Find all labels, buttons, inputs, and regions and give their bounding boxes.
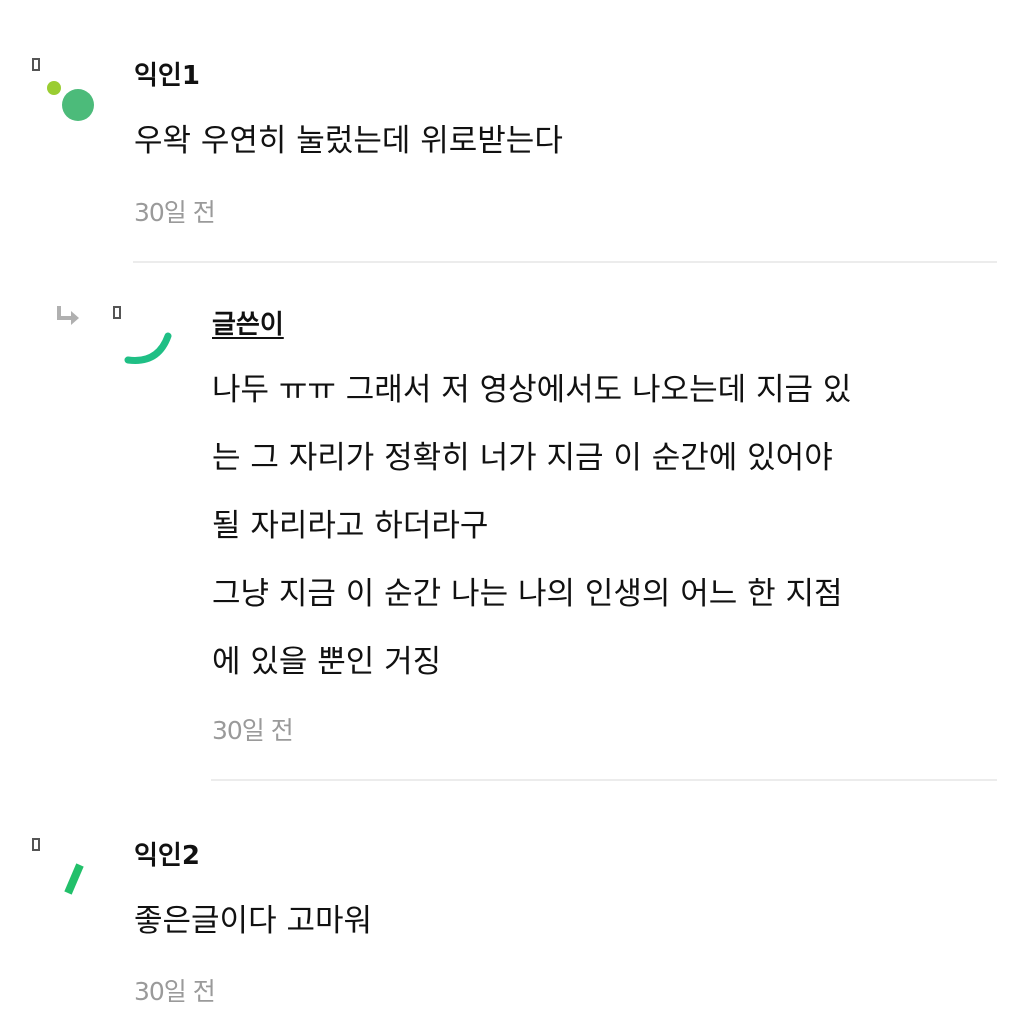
comment-line: 좋은글이다 고마워 xyxy=(134,903,373,939)
comment-time: 30일 전 xyxy=(134,977,216,1006)
comment-body: 좋은글이다 고마워 xyxy=(134,887,372,955)
comment-nickname[interactable]: 익인2 xyxy=(134,841,200,871)
comment-body: 나두 ㅠㅠ 그래서 저 영상에서도 나오는데 지금 있 는 그 자리가 정확히 … xyxy=(212,356,851,696)
comment-body: 우왁 우연히 눌렀는데 위로받는다 xyxy=(134,107,563,175)
dots-avatar-icon[interactable] xyxy=(40,72,100,128)
status-marker-icon xyxy=(113,306,121,319)
slash-avatar-icon[interactable] xyxy=(56,857,92,901)
comment-nickname[interactable]: 글쓴이 xyxy=(212,310,284,340)
comment-line: 될 자리라고 하더라구 xyxy=(212,508,489,544)
status-marker-icon xyxy=(32,58,40,71)
comment-line: 우왁 우연히 눌렀는데 위로받는다 xyxy=(134,123,563,159)
status-marker-icon xyxy=(32,838,40,851)
comment-item: 익인2 좋은글이다 고마워 30일 전 xyxy=(0,781,1024,1034)
comment-line: 나두 ㅠㅠ 그래서 저 영상에서도 나오는데 지금 있 xyxy=(212,372,852,408)
comment-nickname[interactable]: 익인1 xyxy=(134,61,200,91)
comment-line: 그냥 지금 이 순간 나는 나의 인생의 어느 한 지점 xyxy=(212,576,843,612)
comment-item: 익인1 우왁 우연히 눌렀는데 위로받는다 30일 전 xyxy=(0,0,1024,262)
comment-line: 에 있을 뿐인 거징 xyxy=(212,644,442,680)
comment-time: 30일 전 xyxy=(212,716,294,745)
comment-time: 30일 전 xyxy=(134,198,216,227)
comment-item-reply: 글쓴이 나두 ㅠㅠ 그래서 저 영상에서도 나오는데 지금 있 는 그 자리가 … xyxy=(0,262,1024,782)
reply-arrow-icon xyxy=(57,306,79,325)
comment-line: 는 그 자리가 정확히 너가 지금 이 순간에 있어야 xyxy=(212,440,833,476)
arc-avatar-icon[interactable] xyxy=(120,324,180,370)
